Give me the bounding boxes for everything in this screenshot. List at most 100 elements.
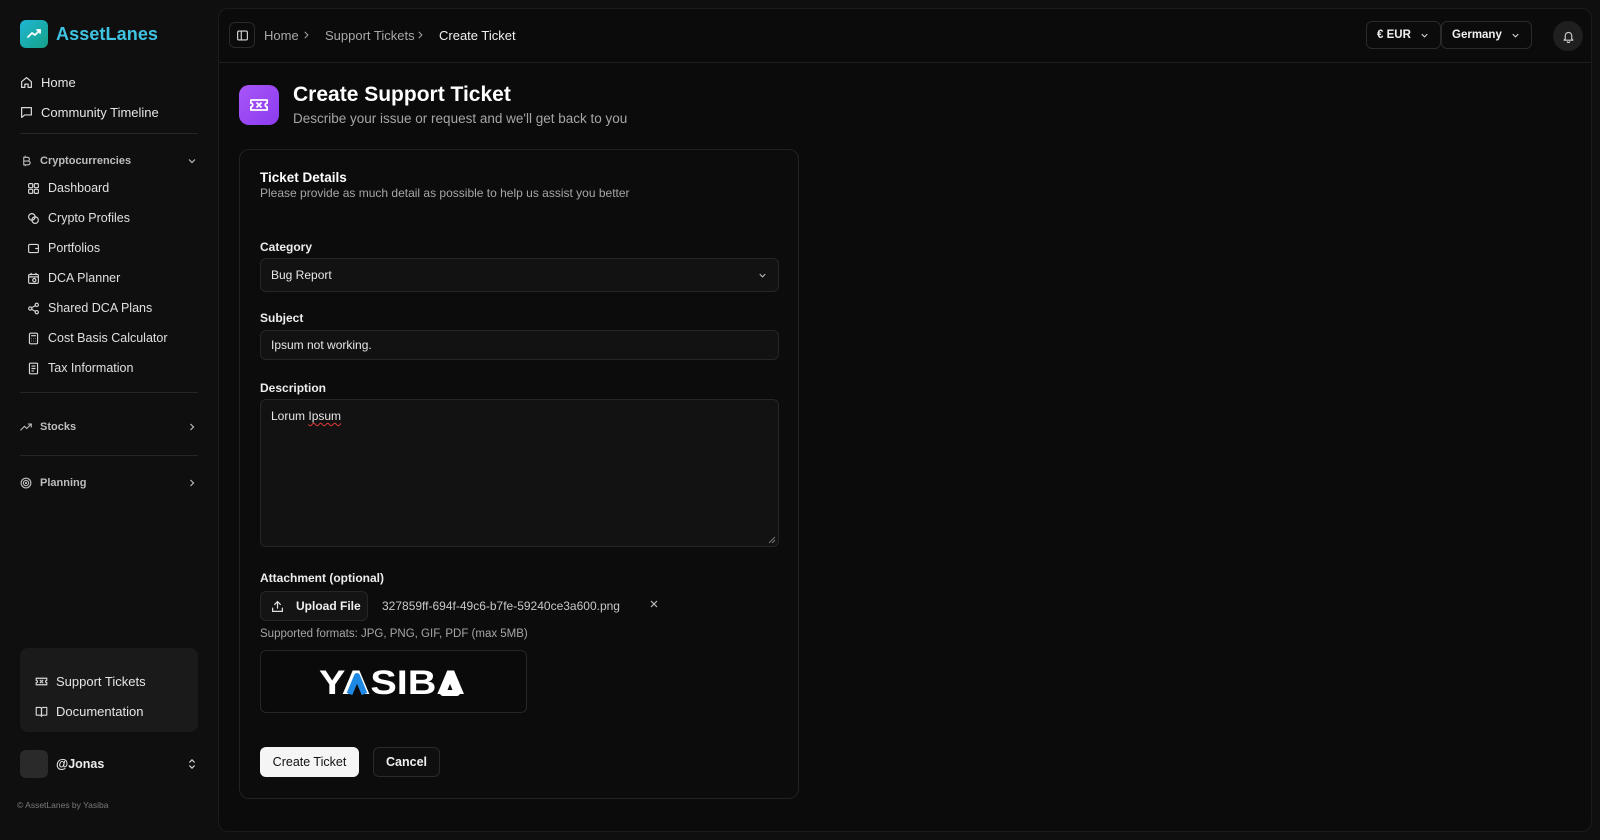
message-square-icon [21, 106, 32, 118]
category-label: Category [260, 240, 313, 254]
subject-label: Subject [260, 311, 304, 325]
create-ticket-button[interactable]: Create Ticket [260, 747, 359, 777]
sidebar-item-label: Home [41, 74, 76, 90]
chevron-down-icon [1421, 33, 1428, 38]
sidebar-group-cryptocurrencies[interactable]: Cryptocurrencies [20, 152, 198, 170]
sidebar-item-portfolios[interactable]: Portfolios [27, 238, 100, 258]
description-textarea[interactable]: Lorum Ipsum [260, 399, 779, 547]
ticket-form-card: Ticket Details Please provide as much de… [239, 149, 799, 799]
page-title: Create Support Ticket [293, 83, 511, 106]
sidebar-item-dca-planner[interactable]: DCA Planner [27, 268, 120, 288]
layout-grid-icon [28, 182, 39, 194]
sidebar-item-crypto-profiles[interactable]: Crypto Profiles [27, 208, 130, 228]
bell-icon [1562, 31, 1574, 43]
sidebar-group-stocks[interactable]: Stocks [20, 418, 198, 436]
sidebar-item-label: Cost Basis Calculator [48, 331, 168, 345]
brand-logo-icon [20, 20, 48, 48]
resize-handle-icon[interactable] [768, 536, 776, 544]
description-misspelled-word: Ipsum [308, 409, 342, 423]
attachment-filename: 327859ff-694f-49c6-b7fe-59240ce3a600.png [382, 599, 620, 613]
sidebar-group-label: Planning [40, 477, 87, 489]
sidebar-item-documentation[interactable]: Documentation [35, 701, 143, 721]
wallet-icon [28, 243, 39, 253]
user-menu[interactable]: @Jonas [20, 750, 198, 778]
topbar: Home Support Tickets Create Ticket € EUR… [219, 9, 1591, 63]
brand-name: AssetLanes [56, 23, 159, 44]
attachment-preview: YASIBA [260, 650, 527, 713]
cancel-button[interactable]: Cancel [373, 747, 440, 777]
chevron-right-icon [190, 423, 195, 431]
sidebar-group-label: Cryptocurrencies [40, 155, 132, 167]
sidebar-item-label: Crypto Profiles [48, 211, 130, 225]
chevron-down-icon [188, 159, 196, 164]
avatar [20, 750, 48, 778]
sidebar-item-label: Dashboard [48, 181, 110, 195]
chevron-right-icon [418, 31, 423, 39]
chevron-down-icon [1512, 33, 1519, 38]
sidebar-divider [20, 455, 198, 456]
copyright: © AssetLanes by Yasiba [17, 800, 109, 810]
notifications-button[interactable] [1553, 21, 1583, 51]
supported-formats: Supported formats: JPG, PNG, GIF, PDF (m… [260, 628, 528, 640]
calendar-clock-icon [28, 272, 39, 284]
currency-select[interactable]: € EUR [1366, 21, 1441, 49]
sidebar-item-shared-dca-plans[interactable]: Shared DCA Plans [27, 298, 152, 318]
sidebar-divider [20, 392, 198, 393]
yasiba-logo: YASIBA [319, 664, 465, 700]
sidebar-item-label: Community Timeline [41, 104, 159, 120]
sidebar-toggle-button[interactable] [229, 22, 255, 48]
chevron-right-icon [190, 479, 195, 487]
currency-value: € EUR [1377, 29, 1411, 41]
sidebar-item-cost-basis-calculator[interactable]: Cost Basis Calculator [27, 328, 168, 348]
user-name: @Jonas [56, 757, 105, 771]
upload-file-button[interactable]: Upload File [260, 591, 368, 621]
page-subtitle: Describe your issue or request and we'll… [293, 111, 628, 126]
card-description: Please provide as much detail as possibl… [260, 186, 630, 200]
target-icon [20, 477, 32, 489]
sidebar-item-home[interactable]: Home [20, 72, 76, 92]
remove-attachment-icon[interactable] [648, 598, 660, 610]
home-icon [21, 76, 32, 88]
sidebar-item-dashboard[interactable]: Dashboard [27, 178, 109, 198]
subject-value: Ipsum not working. [271, 338, 372, 352]
sidebar-item-label: Shared DCA Plans [48, 301, 153, 315]
brand[interactable]: AssetLanes [20, 20, 158, 48]
bitcoin-icon [23, 155, 31, 167]
sidebar-item-label: Support Tickets [56, 673, 146, 689]
chevron-down-icon [759, 273, 766, 278]
chevron-right-icon [304, 31, 309, 39]
panel-left-icon [236, 29, 248, 41]
ticket-icon [35, 677, 48, 685]
description-word: Lorum [271, 409, 306, 423]
book-open-icon [35, 706, 48, 717]
attachment-label: Attachment (optional) [260, 571, 384, 585]
category-select[interactable]: Bug Report [260, 258, 779, 292]
country-select[interactable]: Germany [1441, 21, 1532, 49]
sidebar-item-label: Documentation [56, 703, 144, 719]
breadcrumb-current: Create Ticket [439, 28, 516, 43]
description-value: Lorum Ipsum [271, 409, 341, 423]
category-value: Bug Report [271, 268, 332, 282]
sidebar-item-tax-information[interactable]: Tax Information [27, 358, 133, 378]
sidebar-item-label: Tax Information [48, 361, 134, 375]
sidebar-item-label: Portfolios [48, 241, 101, 255]
sidebar-group-label: Stocks [40, 421, 77, 433]
card-title: Ticket Details [260, 170, 347, 185]
breadcrumb-support-tickets[interactable]: Support Tickets [325, 28, 415, 43]
description-label: Description [260, 381, 327, 395]
calculator-icon [28, 332, 39, 344]
sidebar-item-community-timeline[interactable]: Community Timeline [20, 102, 159, 122]
share-icon [28, 302, 39, 314]
sidebar-item-label: DCA Planner [48, 271, 121, 285]
chevrons-up-down-icon [188, 759, 196, 769]
upload-icon [272, 600, 283, 612]
breadcrumb-home[interactable]: Home [264, 28, 299, 43]
sidebar-group-planning[interactable]: Planning [20, 474, 198, 492]
sidebar: AssetLanes Home Community Timeline Crypt… [0, 0, 218, 840]
main-panel: Home Support Tickets Create Ticket € EUR… [218, 8, 1592, 832]
upload-file-label: Upload File [296, 599, 361, 613]
sidebar-item-support-tickets[interactable]: Support Tickets [35, 671, 146, 691]
subject-input[interactable]: Ipsum not working. [260, 330, 779, 360]
receipt-icon [28, 362, 39, 374]
ticket-icon [239, 85, 279, 125]
